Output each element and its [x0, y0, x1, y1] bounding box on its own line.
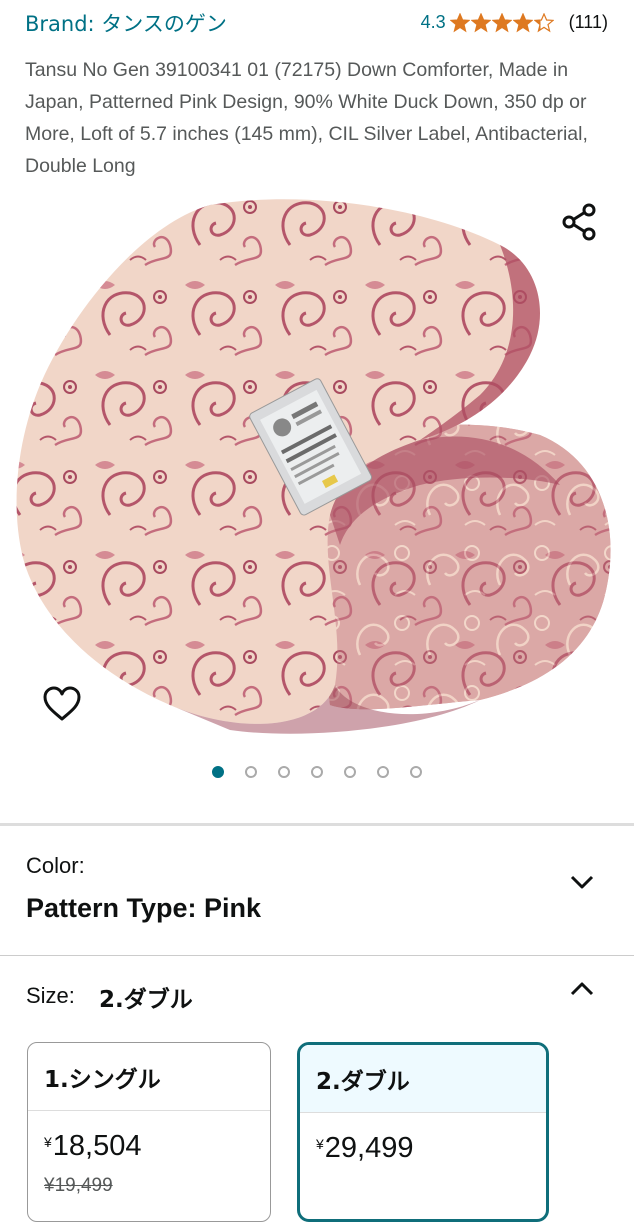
size-option-single[interactable]: 1.シングル ¥18,504 ¥19,499 [27, 1042, 271, 1222]
size-option-list-price: ¥19,499 [44, 1175, 113, 1196]
rating-count: (111) [568, 12, 608, 32]
brand-link[interactable]: Brand: タンスのゲン [25, 8, 227, 38]
size-option-name: 2.ダブル [300, 1045, 546, 1113]
rating-summary[interactable]: 4.3 (111) [421, 12, 608, 33]
size-option-price: ¥29,499 [316, 1132, 414, 1165]
currency-symbol: ¥ [316, 1136, 324, 1152]
heart-icon [43, 686, 81, 721]
size-value: 2.ダブル [99, 987, 193, 1013]
color-selector[interactable]: Color: Pattern Type: Pink [0, 826, 634, 956]
color-label: Color: [26, 853, 85, 878]
star-icon [491, 12, 512, 32]
rating-value: 4.3 [420, 12, 446, 32]
pagination-dot[interactable] [245, 766, 257, 778]
pagination-dot[interactable] [278, 766, 290, 778]
currency-symbol: ¥ [44, 1134, 52, 1150]
product-title: Tansu No Gen 39100341 01 (72175) Down Co… [25, 59, 588, 177]
product-image-gallery[interactable] [0, 185, 634, 755]
pagination-dot[interactable] [212, 766, 224, 778]
size-option-price: ¥18,504 [44, 1130, 142, 1163]
price-value: 29,499 [324, 1132, 414, 1164]
size-label: Size: [26, 983, 75, 1008]
size-option-name: 1.シングル [28, 1043, 270, 1111]
size-option-double[interactable]: 2.ダブル ¥29,499 [297, 1042, 549, 1222]
star-icon [470, 12, 491, 32]
pagination-dot[interactable] [377, 766, 389, 778]
section-divider [0, 955, 634, 956]
chevron-up-icon[interactable] [568, 975, 596, 1003]
rating-stars [449, 12, 555, 33]
image-pagination [0, 766, 634, 778]
price-value: 18,504 [52, 1130, 142, 1162]
star-icon [533, 12, 554, 32]
product-image [16, 199, 611, 734]
pagination-dot[interactable] [410, 766, 422, 778]
add-to-wishlist-button[interactable] [38, 680, 86, 728]
share-button[interactable] [557, 200, 601, 244]
pagination-dot[interactable] [344, 766, 356, 778]
brand-rating-row: Brand: タンスのゲン 4.3 (111) [0, 0, 634, 48]
color-value: Pattern Type: Pink [26, 893, 262, 923]
share-icon [562, 203, 596, 241]
star-icon [512, 12, 533, 32]
chevron-down-icon[interactable] [568, 868, 596, 896]
pagination-dot[interactable] [311, 766, 323, 778]
star-icon [449, 12, 470, 32]
